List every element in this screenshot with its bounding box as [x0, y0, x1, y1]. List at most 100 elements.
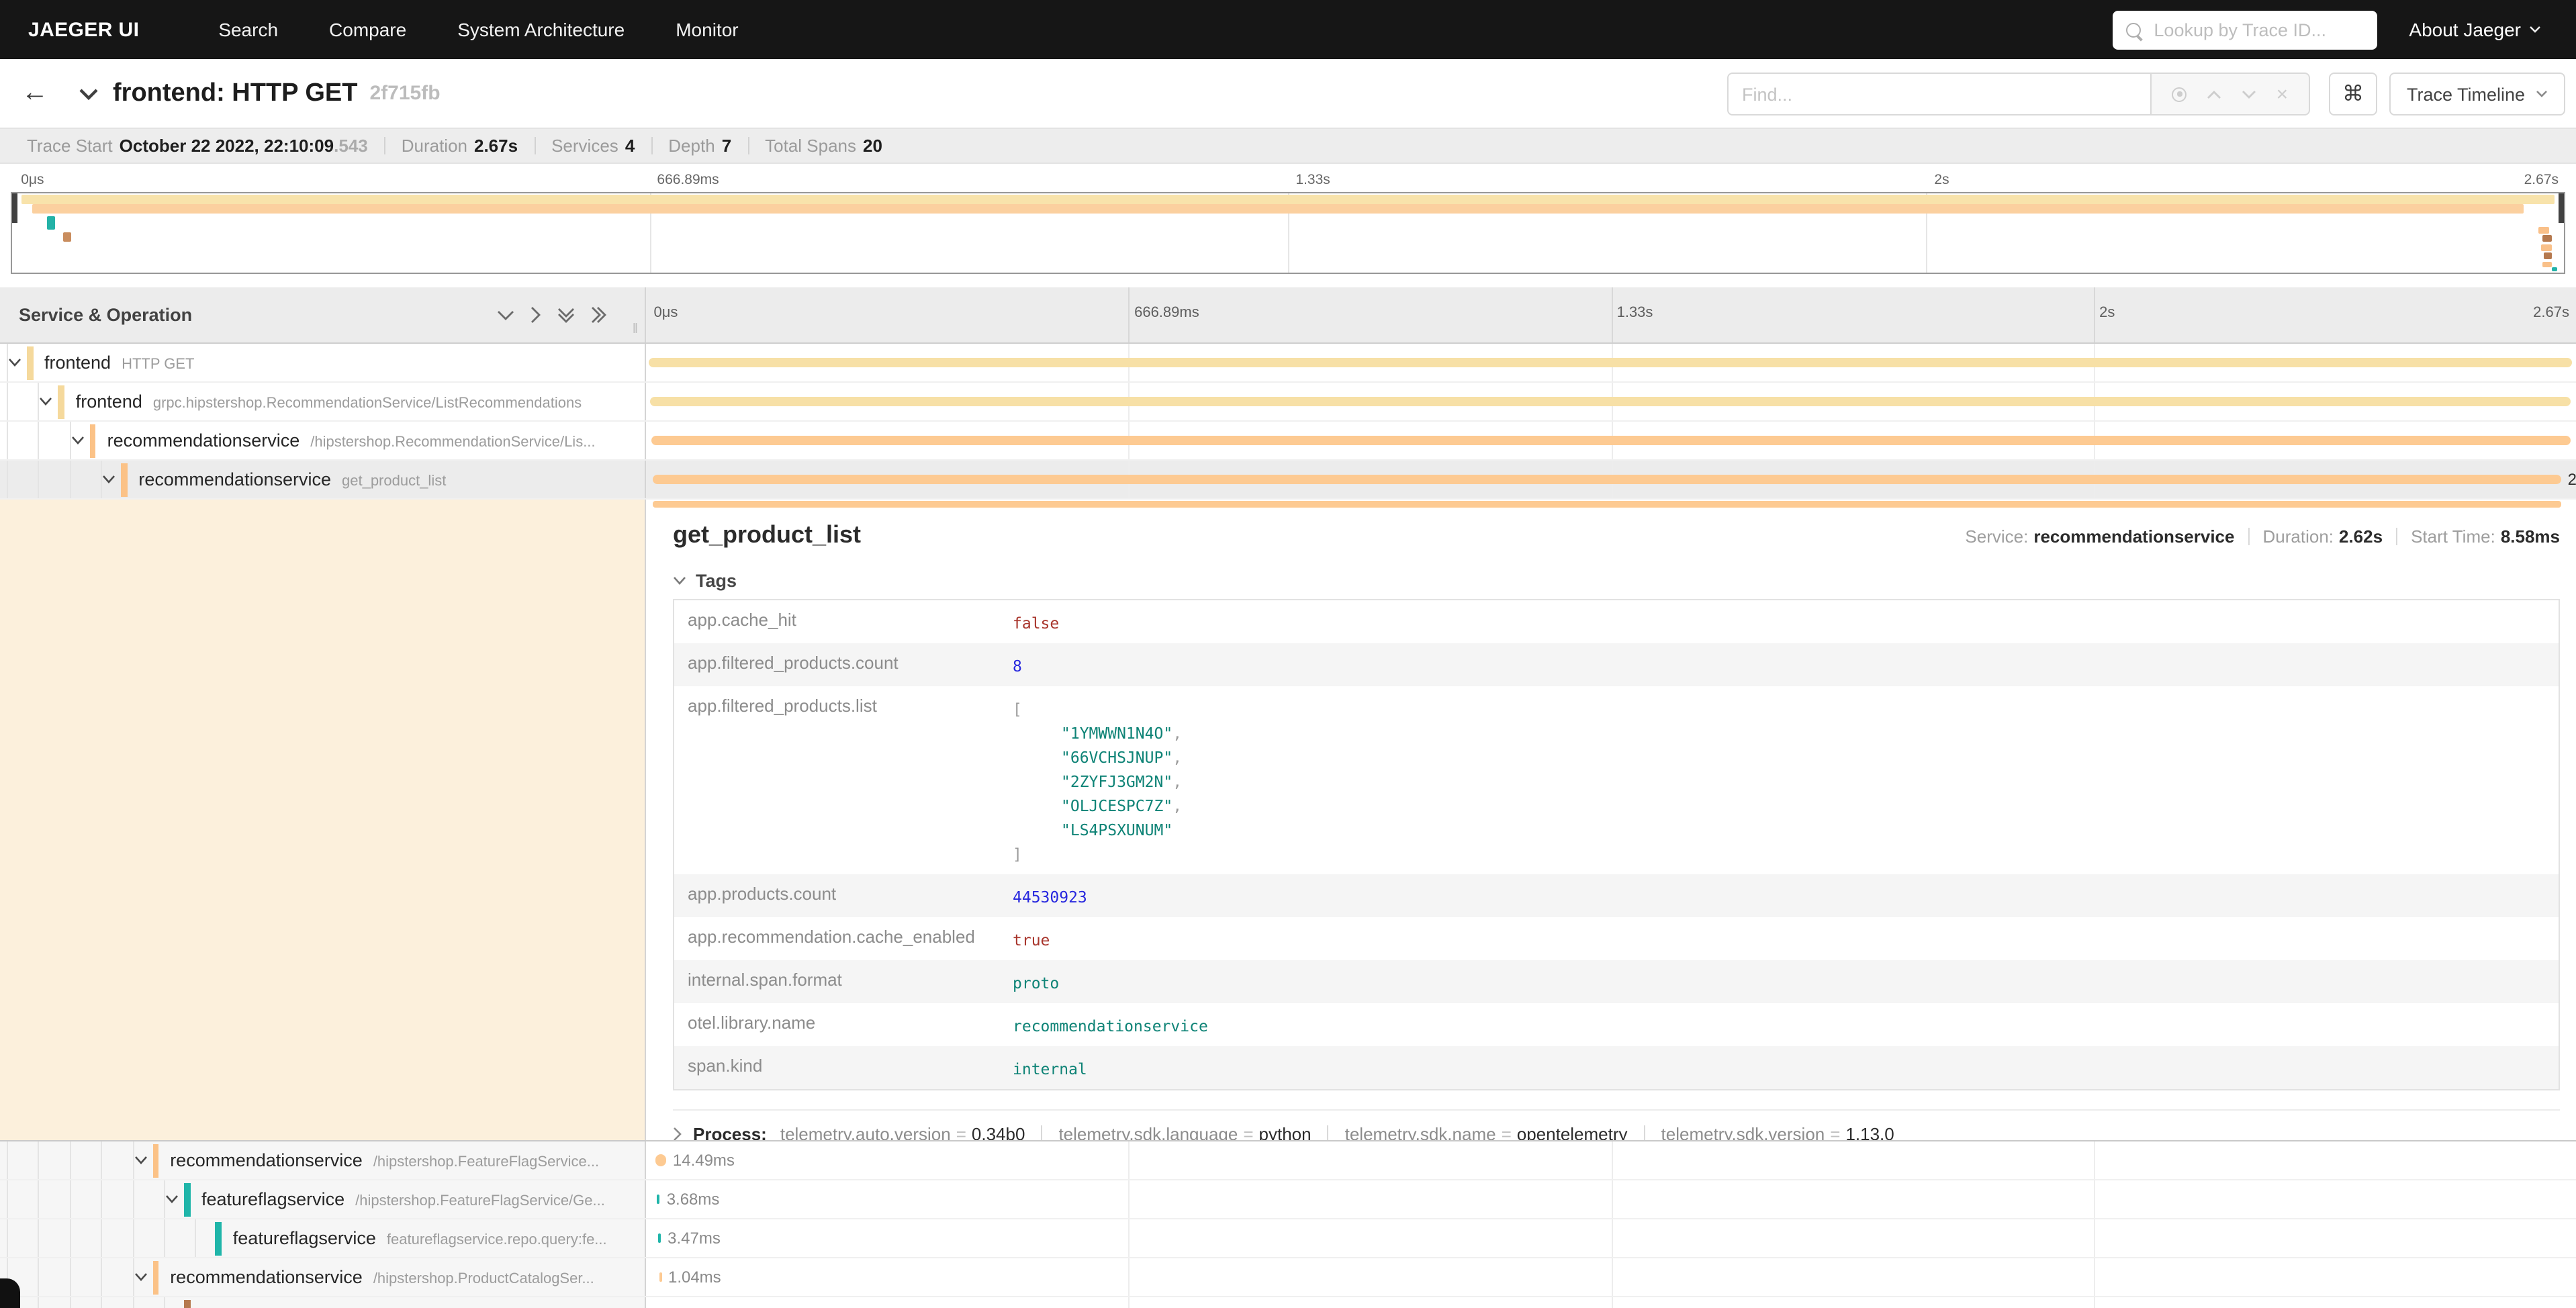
meta-label: Depth: [668, 136, 715, 156]
expand-chevron-icon[interactable]: [134, 1272, 147, 1282]
expand-chevron-icon[interactable]: [8, 358, 21, 367]
expand-chevron-icon[interactable]: [165, 1195, 179, 1204]
column-resizer-handle[interactable]: ‖: [633, 322, 639, 337]
span-timeline-cell[interactable]: 2.62s: [646, 461, 2576, 498]
span-timeline-cell[interactable]: 1.04ms: [646, 1258, 2576, 1296]
indent-guide: [70, 1180, 71, 1218]
tag-key: span.kind: [674, 1046, 1013, 1076]
expand-chevron-icon[interactable]: [102, 475, 116, 484]
indent-guide: [164, 1219, 165, 1257]
span-name-cell[interactable]: recommendationservice/hipstershop.Recomm…: [0, 422, 646, 459]
span-timeline-cell[interactable]: [646, 1297, 2576, 1308]
service-color-strip: [184, 1182, 190, 1216]
minimap-right-handle[interactable]: [2559, 193, 2564, 223]
span-bar[interactable]: [660, 1272, 663, 1282]
span-name-cell[interactable]: featureflagservice/hipstershop.FeatureFl…: [0, 1180, 646, 1218]
array-item: "2ZYFJ3GM2N",: [1013, 769, 1182, 794]
view-selector-button[interactable]: Trace Timeline: [2389, 73, 2565, 115]
trace-meta-item: Depth7: [668, 136, 731, 156]
span-timeline-cell[interactable]: 14.49ms: [646, 1141, 2576, 1179]
process-value: opentelemetry: [1517, 1124, 1628, 1140]
expand-all-icon[interactable]: [591, 306, 607, 324]
expand-chevron-icon[interactable]: [40, 397, 53, 406]
span-name-cell[interactable]: recommendationserviceget_product_list: [0, 461, 646, 498]
span-bar[interactable]: [657, 1195, 660, 1204]
clear-find-icon[interactable]: ×: [2276, 84, 2289, 104]
indent-guide: [132, 1219, 134, 1257]
minimap-span: [63, 232, 71, 242]
gridline: [2094, 1219, 2095, 1257]
span-name-cell[interactable]: frontendHTTP GET: [0, 344, 646, 381]
minimap-left-handle[interactable]: [12, 193, 17, 223]
string-value: "1YMWWN1N4O": [1061, 724, 1172, 743]
service-name: featureflagservice/hipstershop.FeatureFl…: [201, 1189, 605, 1209]
equals-sign: =: [1243, 1124, 1253, 1140]
span-bar[interactable]: [652, 475, 2561, 484]
collapse-trace-chevron[interactable]: [78, 87, 99, 100]
separator: [2248, 528, 2250, 545]
keyboard-shortcuts-button[interactable]: ⌘: [2329, 73, 2377, 115]
indent-guide: [101, 1258, 102, 1296]
indent-guide: [38, 1180, 40, 1218]
indent-guide: [7, 422, 8, 459]
indent-guide: [164, 1297, 165, 1308]
expand-chevron-icon[interactable]: [71, 436, 85, 445]
bracket: [: [1013, 697, 1182, 721]
nav-item-monitor[interactable]: Monitor: [650, 19, 764, 40]
indent-guide: [101, 1219, 102, 1257]
span-bar[interactable]: [649, 358, 2572, 367]
span-timeline-cell[interactable]: 3.68ms: [646, 1180, 2576, 1218]
span-detail-panel: get_product_list Service:recommendations…: [646, 500, 2576, 1140]
collapse-one-icon[interactable]: [497, 310, 514, 320]
separator: [2396, 528, 2397, 545]
tag-value: proto: [1013, 960, 1059, 1003]
span-timeline-cell[interactable]: 3.47ms: [646, 1219, 2576, 1257]
service-name: frontendHTTP GET: [44, 353, 195, 373]
span-bar[interactable]: [658, 1233, 661, 1243]
tags-section-toggle[interactable]: Tags: [673, 571, 2560, 591]
collapse-all-icon[interactable]: [557, 307, 575, 323]
nav-item-compare[interactable]: Compare: [304, 19, 432, 40]
span-bar[interactable]: [655, 1154, 666, 1166]
trace-id-short: 2f715fb: [370, 82, 441, 105]
process-value: python: [1259, 1124, 1312, 1140]
indent-guide: [70, 1141, 71, 1179]
operation-name: HTTP GET: [122, 357, 194, 373]
tick-label: 0μs: [21, 172, 44, 188]
back-button[interactable]: ←: [21, 78, 48, 109]
find-prev-icon[interactable]: [2207, 89, 2221, 99]
nav-item-system-architecture[interactable]: System Architecture: [432, 19, 650, 40]
span-timeline-cell[interactable]: [646, 383, 2576, 420]
gridline: [1129, 1141, 1130, 1179]
expand-one-icon[interactable]: [531, 306, 541, 324]
minimap-canvas[interactable]: [11, 192, 2565, 274]
find-input[interactable]: [1727, 73, 2152, 115]
locate-icon[interactable]: [2172, 87, 2187, 101]
find-next-icon[interactable]: [2242, 89, 2256, 99]
span-bar[interactable]: [650, 397, 2571, 406]
nav-item-search[interactable]: Search: [193, 19, 304, 40]
separator: [384, 137, 385, 154]
string-value: "66VCHSJNUP": [1061, 748, 1172, 767]
span-name-cell[interactable]: recommendationservice/hipstershop.Featur…: [0, 1141, 646, 1179]
span-timeline-cell[interactable]: [646, 422, 2576, 459]
span-name-cell[interactable]: featureflagservicefeatureflagservice.rep…: [0, 1219, 646, 1257]
expand-chevron-icon[interactable]: [134, 1156, 147, 1165]
gridline: [1611, 1180, 1612, 1218]
span-name-cell[interactable]: [0, 1297, 646, 1308]
indent-guide: [7, 461, 8, 498]
process-section[interactable]: Process: telemetry.auto.version=0.34b0te…: [673, 1109, 2560, 1140]
process-key: telemetry.sdk.name: [1345, 1124, 1496, 1140]
trace-id-search[interactable]: [2112, 10, 2377, 49]
service-operation-header: Service & Operation ‖: [0, 287, 646, 342]
indent-guide: [101, 1297, 102, 1308]
span-duration-label: 14.49ms: [673, 1151, 735, 1170]
span-name-cell[interactable]: recommendationservice/hipstershop.Produc…: [0, 1258, 646, 1296]
span-name-cell[interactable]: frontendgrpc.hipstershop.RecommendationS…: [0, 383, 646, 420]
app-logo[interactable]: JAEGER UI: [28, 18, 139, 41]
array-item: "66VCHSJNUP",: [1013, 745, 1182, 769]
span-timeline-cell[interactable]: [646, 344, 2576, 381]
about-jaeger-menu[interactable]: About Jaeger: [2409, 19, 2541, 40]
span-bar[interactable]: [652, 436, 2571, 445]
trace-id-search-input[interactable]: [2151, 18, 2358, 41]
